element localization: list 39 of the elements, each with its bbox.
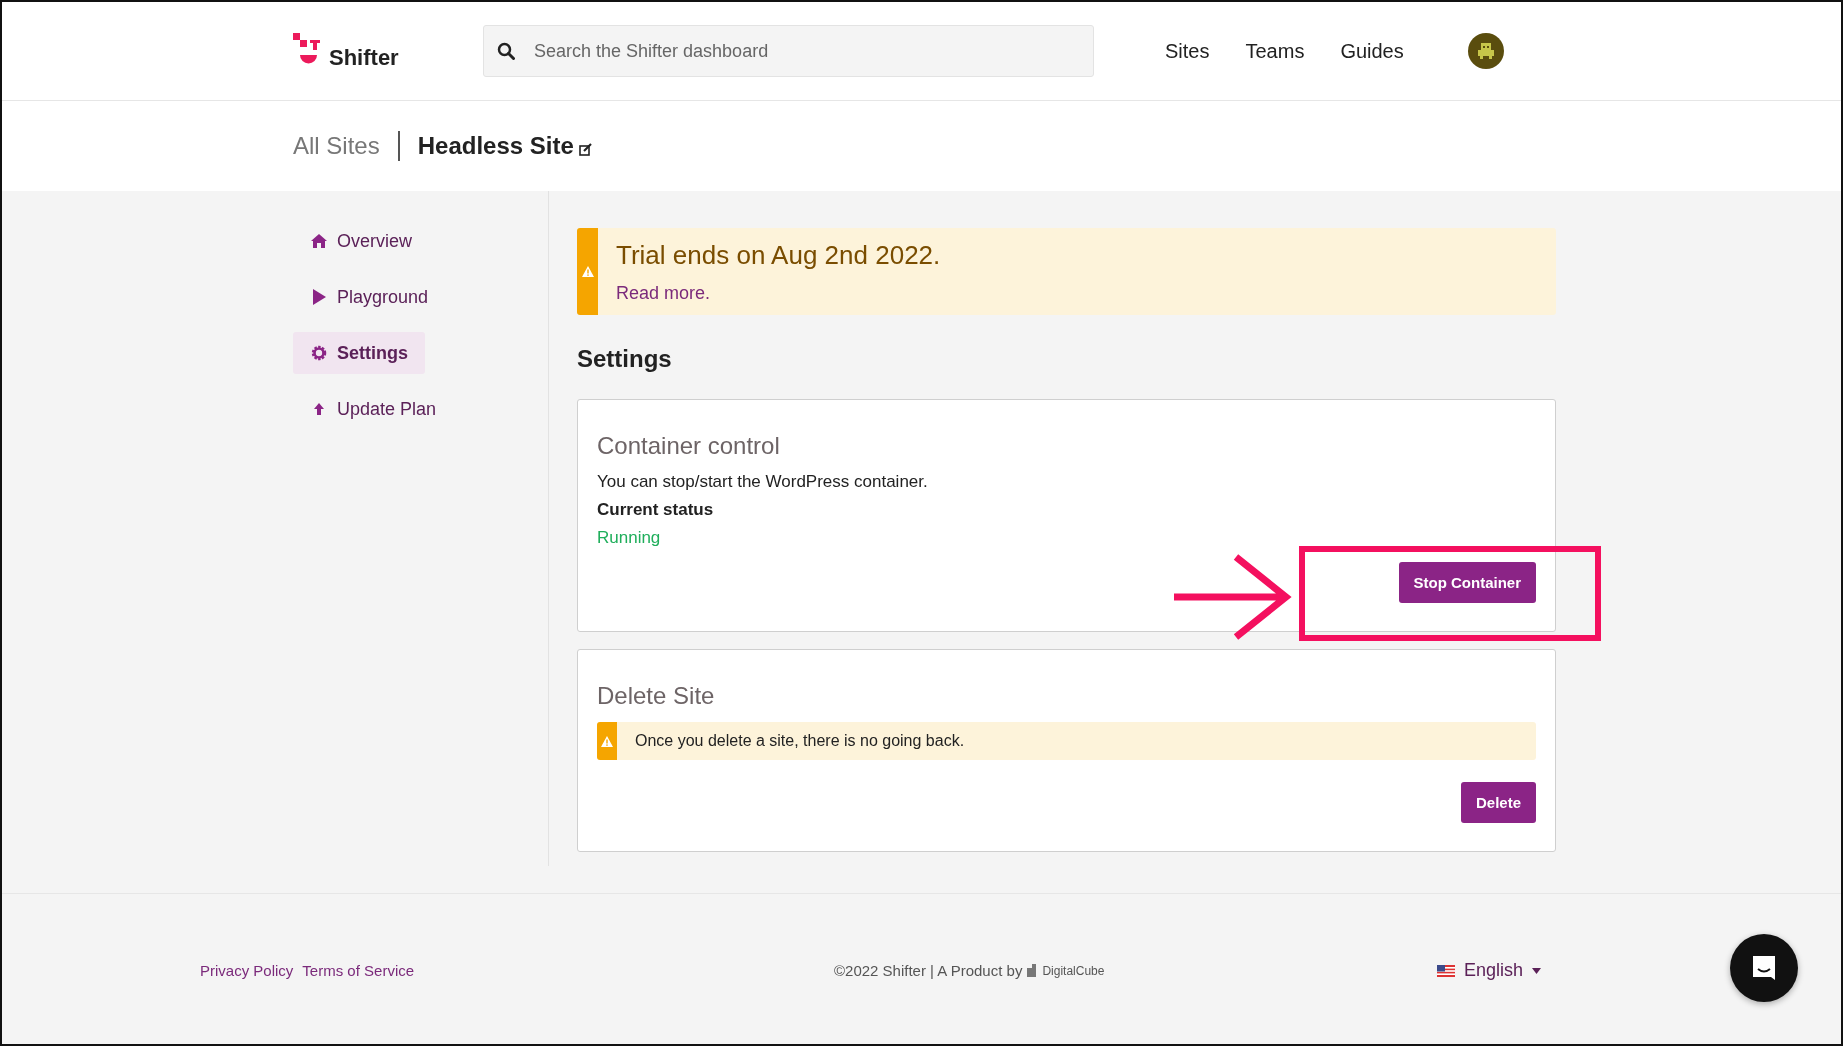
- footer-link[interactable]: Privacy Policy: [200, 962, 294, 979]
- nav-link[interactable]: Sites: [1165, 39, 1210, 63]
- card-title: Container control: [597, 432, 781, 460]
- warning-icon: [601, 735, 613, 747]
- status-label: Current status: [597, 500, 715, 520]
- warning-icon: [581, 266, 594, 277]
- site-title: Headless Site: [417, 132, 574, 160]
- play-icon: [310, 288, 328, 306]
- brand-text: DigitalCube: [1042, 963, 1105, 978]
- caret-icon: [1532, 967, 1541, 974]
- sidebar-item[interactable]: Settings: [293, 332, 425, 374]
- card-title: Delete Site: [597, 682, 716, 710]
- section-title: Settings: [577, 345, 673, 373]
- footer-link[interactable]: Terms of Service: [302, 962, 415, 979]
- search-field[interactable]: Search the Shifter dashboard: [483, 25, 1094, 77]
- home-icon: [310, 232, 328, 250]
- copyright-text: ©2022 Shifter | A Product by: [834, 962, 1023, 979]
- status-value: Running: [597, 528, 662, 548]
- language-selector[interactable]: English: [1436, 960, 1541, 981]
- action-button[interactable]: Delete: [1460, 782, 1536, 823]
- warning-text: Once you delete a site, there is no going back.: [635, 732, 965, 750]
- avatar-icon[interactable]: [1467, 33, 1504, 69]
- sidebar-item[interactable]: Playground: [293, 276, 446, 318]
- edit-icon[interactable]: [578, 142, 592, 156]
- search-icon: [497, 42, 515, 60]
- action-button[interactable]: Stop Container: [1398, 562, 1536, 603]
- cube-logo-icon: [1027, 964, 1038, 977]
- gear-icon: [310, 344, 328, 362]
- chat-button[interactable]: [1730, 934, 1798, 1002]
- sidebar-item[interactable]: Overview: [293, 220, 429, 262]
- nav-link[interactable]: Teams: [1245, 39, 1305, 63]
- flag-icon: [1436, 964, 1455, 977]
- read-more-link[interactable]: Read more.: [616, 283, 711, 304]
- logo-text[interactable]: Shifter: [329, 45, 399, 71]
- nav-link[interactable]: Guides: [1340, 39, 1404, 63]
- breadcrumb-link[interactable]: All Sites: [293, 132, 380, 160]
- sidebar-item[interactable]: Update Plan: [293, 388, 454, 430]
- banner-title: Trial ends on Aug 2nd 2022.: [616, 240, 941, 271]
- card-description: You can stop/start the WordPress container.: [597, 472, 929, 492]
